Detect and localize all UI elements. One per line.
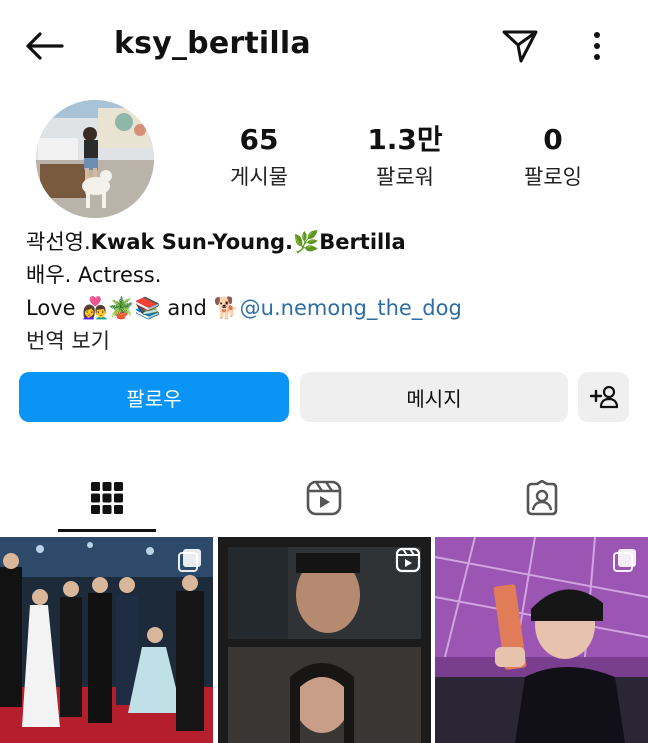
following-count: 0 xyxy=(543,123,563,156)
dog-emoji: 🐕 xyxy=(213,296,240,320)
follow-button[interactable]: 팔로우 xyxy=(19,372,289,422)
bio-occupation: 배우. Actress. xyxy=(26,263,162,287)
more-options-button[interactable] xyxy=(580,24,614,68)
post-thumbnail-2[interactable] xyxy=(218,537,431,743)
tab-reels[interactable] xyxy=(275,470,373,526)
active-tab-indicator xyxy=(58,529,156,532)
stat-posts[interactable]: 65 게시물 xyxy=(184,122,334,192)
send-message-button[interactable] xyxy=(498,24,542,68)
leaf-emoji: 🌿 xyxy=(293,230,320,254)
see-translation-link[interactable]: 번역 보기 xyxy=(26,325,626,358)
message-button[interactable]: 메시지 xyxy=(300,372,568,422)
bio-love-prefix: Love xyxy=(26,296,83,320)
reels-icon xyxy=(306,480,342,516)
carousel-icon xyxy=(613,549,636,572)
posts-count: 65 xyxy=(239,123,279,156)
followers-label: 팔로워 xyxy=(376,165,434,189)
reels-play-icon xyxy=(395,547,421,573)
tagged-user-icon xyxy=(526,480,558,516)
bio-english-name: Kwak Sun-Young. xyxy=(90,230,294,254)
person-plus-icon xyxy=(589,385,618,409)
suggest-users-button[interactable] xyxy=(578,372,629,422)
following-label: 팔로잉 xyxy=(524,165,582,189)
posts-grid xyxy=(0,537,648,743)
bio-korean-name: 곽선영. xyxy=(26,230,91,254)
bio-and-text: and xyxy=(160,296,214,320)
carousel-icon xyxy=(178,549,201,572)
posts-label: 게시물 xyxy=(230,165,288,189)
paper-plane-icon xyxy=(502,30,538,63)
avatar-photo xyxy=(36,100,154,218)
grid-icon xyxy=(91,482,123,514)
post-thumbnail-1[interactable] xyxy=(0,537,213,743)
followers-count: 1.3만 xyxy=(367,123,443,156)
profile-avatar[interactable] xyxy=(36,100,154,218)
bio-name-line: 곽선영.Kwak Sun-Young.🌿Bertilla xyxy=(26,226,626,259)
tab-posts-grid[interactable] xyxy=(58,470,156,526)
bio-baptismal-name: Bertilla xyxy=(319,230,406,254)
bio-love-emojis: 👩‍❤️‍👨🪴📚 xyxy=(82,296,161,320)
profile-bio: 곽선영.Kwak Sun-Young.🌿Bertilla 배우. Actress… xyxy=(26,226,626,358)
profile-tabs xyxy=(0,470,648,532)
bio-love-line: Love 👩‍❤️‍👨🪴📚 and 🐕@u.nemong_the_dog xyxy=(26,292,626,325)
profile-username: ksy_bertilla xyxy=(114,26,311,61)
stat-following[interactable]: 0 팔로잉 xyxy=(478,122,628,192)
arrow-left-icon xyxy=(26,32,64,60)
back-button[interactable] xyxy=(22,26,66,66)
stat-followers[interactable]: 1.3만 팔로워 xyxy=(330,122,480,192)
tab-tagged[interactable] xyxy=(493,470,591,526)
vertical-dots-icon xyxy=(594,32,600,60)
post-thumbnail-3[interactable] xyxy=(435,537,648,743)
top-bar: ksy_bertilla xyxy=(0,0,648,92)
bio-mention-link[interactable]: @u.nemong_the_dog xyxy=(240,296,462,320)
